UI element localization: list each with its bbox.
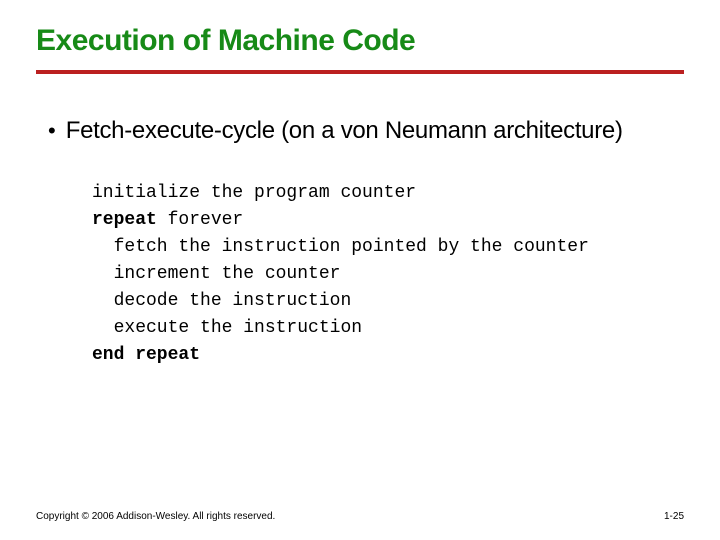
code-line: decode the instruction [92,288,684,315]
title-rule [36,70,684,74]
bullet-item: • Fetch-execute-cycle (on a von Neumann … [36,116,684,146]
bullet-icon: • [48,116,56,146]
slide: Execution of Machine Code • Fetch-execut… [0,0,720,369]
slide-title: Execution of Machine Code [36,24,684,70]
page-number: 1-25 [664,511,684,522]
code-line: end repeat [92,342,684,369]
code-text: forever [157,210,243,230]
code-line: fetch the instruction pointed by the cou… [92,234,684,261]
copyright-text: Copyright © 2006 Addison-Wesley. All rig… [36,511,275,522]
code-line: execute the instruction [92,315,684,342]
slide-footer: Copyright © 2006 Addison-Wesley. All rig… [36,511,684,522]
pseudocode-block: initialize the program counter repeat fo… [36,180,684,369]
code-keyword: repeat [92,210,157,230]
code-line: initialize the program counter [92,180,684,207]
code-line: increment the counter [92,261,684,288]
bullet-text: Fetch-execute-cycle (on a von Neumann ar… [66,116,623,146]
code-line: repeat forever [92,207,684,234]
